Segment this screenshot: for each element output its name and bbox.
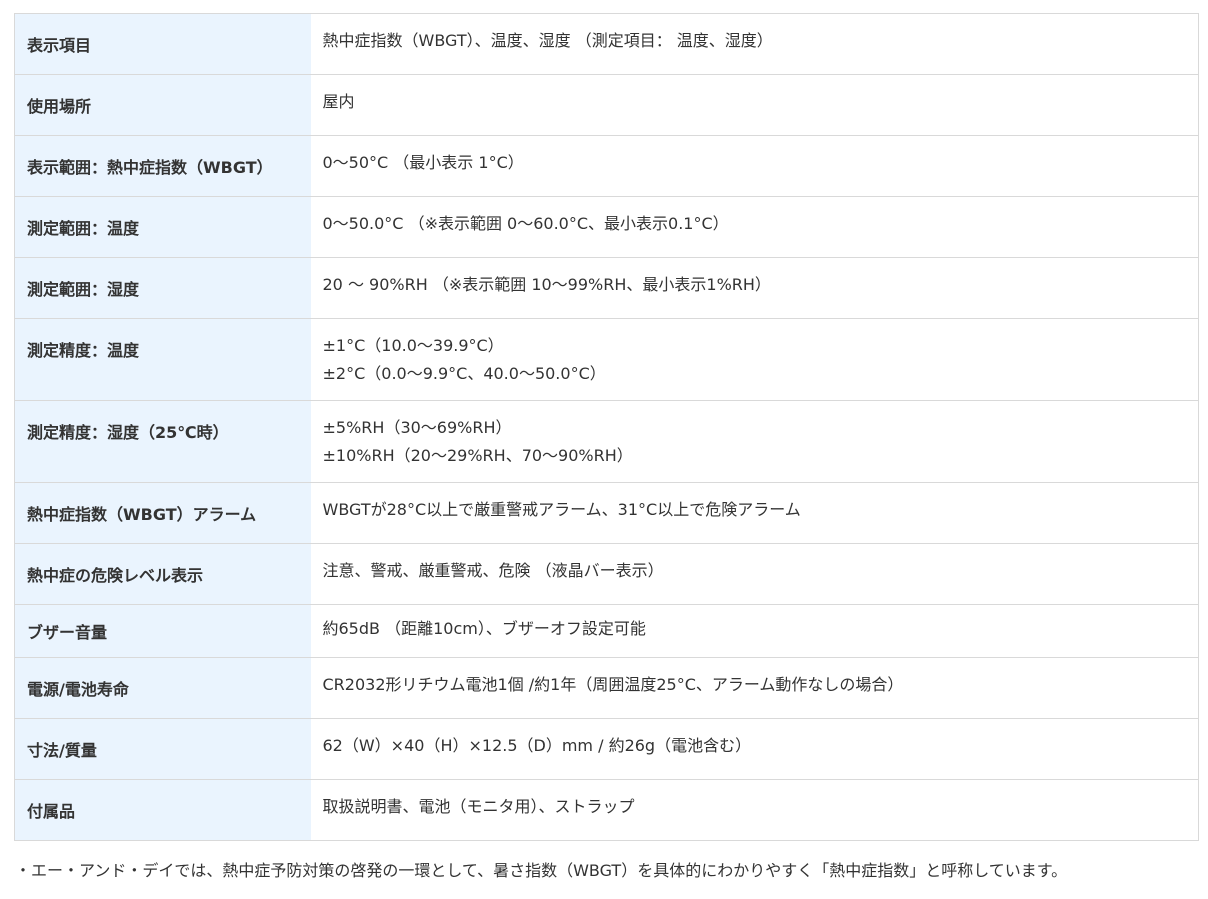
spec-row: 熱中症指数（WBGT）アラーム WBGTが28°C以上で厳重警戒アラーム、31°C…: [14, 482, 1199, 544]
spec-table-body: 表示項目 熱中症指数（WBGT）、温度、湿度 （測定項目： 温度、湿度） 使用場所屋…: [14, 13, 1199, 841]
spec-row: 使用場所 屋内: [14, 74, 1199, 136]
spec-value-line: 0〜50°C （最小表示 1°C）: [322, 153, 524, 172]
spec-label: 熱中症の危険レベル表示: [14, 543, 311, 605]
spec-value-line: ±5%RH（30〜69%RH）: [322, 418, 512, 437]
spec-value-line: WBGTが28°C以上で厳重警戒アラーム、31°C以上で危険アラーム: [322, 500, 801, 519]
spec-value: WBGTが28°C以上で厳重警戒アラーム、31°C以上で危険アラーム: [310, 482, 1199, 544]
spec-row: 電源/電池寿命 CR2032形リチウム電池1個 /約1年（周囲温度25°C、アラー…: [14, 657, 1199, 719]
spec-value-line: ±10%RH（20〜29%RH、70〜90%RH）: [322, 446, 633, 465]
spec-value-line: ±1°C（10.0〜39.9°C）: [322, 336, 504, 355]
spec-value: 取扱説明書、電池（モニタ用）、ストラップ: [310, 779, 1199, 841]
spec-value: 屋内: [310, 74, 1199, 136]
spec-value-line: 約65dB （距離10cm）、ブザーオフ設定可能: [322, 619, 646, 638]
spec-value-line: 0〜50.0°C （※表示範囲 0〜60.0°C、最小表示0.1°C）: [322, 214, 729, 233]
spec-value: ±1°C（10.0〜39.9°C） ±2°C（0.0〜9.9°C、40.0〜50.…: [310, 318, 1199, 401]
spec-row: 付属品 取扱説明書、電池（モニタ用）、ストラップ: [14, 779, 1199, 841]
spec-row: 測定範囲：温度 0〜50.0°C （※表示範囲 0〜60.0°C、最小表示0.1°…: [14, 196, 1199, 258]
spec-label: 測定範囲：湿度: [14, 257, 311, 319]
spec-label: 付属品: [14, 779, 311, 841]
spec-value-line: 注意、警戒、厳重警戒、危険 （液晶バー表示）: [322, 561, 664, 580]
spec-label: ブザー音量: [14, 604, 311, 658]
spec-value-line: 屋内: [322, 92, 355, 111]
spec-value: 熱中症指数（WBGT）、温度、湿度 （測定項目： 温度、湿度）: [310, 13, 1199, 75]
spec-value-line: 熱中症指数（WBGT）、温度、湿度 （測定項目： 温度、湿度）: [322, 31, 773, 50]
spec-label: 測定精度：温度: [14, 318, 311, 401]
spec-row: 熱中症の危険レベル表示 注意、警戒、厳重警戒、危険 （液晶バー表示）: [14, 543, 1199, 605]
spec-row: 表示範囲：熱中症指数（WBGT） 0〜50°C （最小表示 1°C）: [14, 135, 1199, 197]
spec-label: 測定範囲：温度: [14, 196, 311, 258]
spec-table: 表示項目 熱中症指数（WBGT）、温度、湿度 （測定項目： 温度、湿度） 使用場所屋…: [14, 13, 1199, 841]
spec-value-line: 20 〜 90%RH （※表示範囲 10〜99%RH、最小表示1%RH）: [322, 275, 771, 294]
spec-label: 熱中症指数（WBGT）アラーム: [14, 482, 311, 544]
spec-row: 表示項目 熱中症指数（WBGT）、温度、湿度 （測定項目： 温度、湿度）: [14, 13, 1199, 75]
spec-row: 測定範囲：湿度 20 〜 90%RH （※表示範囲 10〜99%RH、最小表示1%…: [14, 257, 1199, 319]
spec-row: 寸法/質量 62（W）×40（H）×12.5（D）mm / 約26g（電池含む）: [14, 718, 1199, 780]
spec-value-line: 62（W）×40（H）×12.5（D）mm / 約26g（電池含む）: [322, 736, 752, 755]
spec-label: 使用場所: [14, 74, 311, 136]
spec-label: 表示範囲：熱中症指数（WBGT）: [14, 135, 311, 197]
spec-value: 注意、警戒、厳重警戒、危険 （液晶バー表示）: [310, 543, 1199, 605]
spec-value: 0〜50°C （最小表示 1°C）: [310, 135, 1199, 197]
spec-value: 0〜50.0°C （※表示範囲 0〜60.0°C、最小表示0.1°C）: [310, 196, 1199, 258]
spec-value: 62（W）×40（H）×12.5（D）mm / 約26g（電池含む）: [310, 718, 1199, 780]
spec-row: 測定精度：温度 ±1°C（10.0〜39.9°C） ±2°C（0.0〜9.9°C、4…: [14, 318, 1199, 401]
spec-value: CR2032形リチウム電池1個 /約1年（周囲温度25°C、アラーム動作なしの場…: [310, 657, 1199, 719]
spec-value: ±5%RH（30〜69%RH） ±10%RH（20〜29%RH、70〜90%RH）: [310, 400, 1199, 483]
spec-value-line: 取扱説明書、電池（モニタ用）、ストラップ: [322, 797, 635, 816]
spec-label: 電源/電池寿命: [14, 657, 311, 719]
spec-value-line: CR2032形リチウム電池1個 /約1年（周囲温度25°C、アラーム動作なしの場…: [322, 675, 904, 694]
spec-label: 表示項目: [14, 13, 311, 75]
spec-value-line: ±2°C（0.0〜9.9°C、40.0〜50.0°C）: [322, 364, 606, 383]
footnote: ・エー・アンド・デイでは、熱中症予防対策の啓発の一環として、暑さ指数（WBGT）…: [15, 861, 1068, 880]
spec-row: ブザー音量 約65dB （距離10cm）、ブザーオフ設定可能: [14, 604, 1199, 658]
spec-row: 測定精度：湿度（25℃時） ±5%RH（30〜69%RH） ±10%RH（20〜29…: [14, 400, 1199, 483]
spec-label: 測定精度：湿度（25℃時）: [14, 400, 311, 483]
spec-value: 20 〜 90%RH （※表示範囲 10〜99%RH、最小表示1%RH）: [310, 257, 1199, 319]
spec-value: 約65dB （距離10cm）、ブザーオフ設定可能: [310, 604, 1199, 658]
spec-label: 寸法/質量: [14, 718, 311, 780]
